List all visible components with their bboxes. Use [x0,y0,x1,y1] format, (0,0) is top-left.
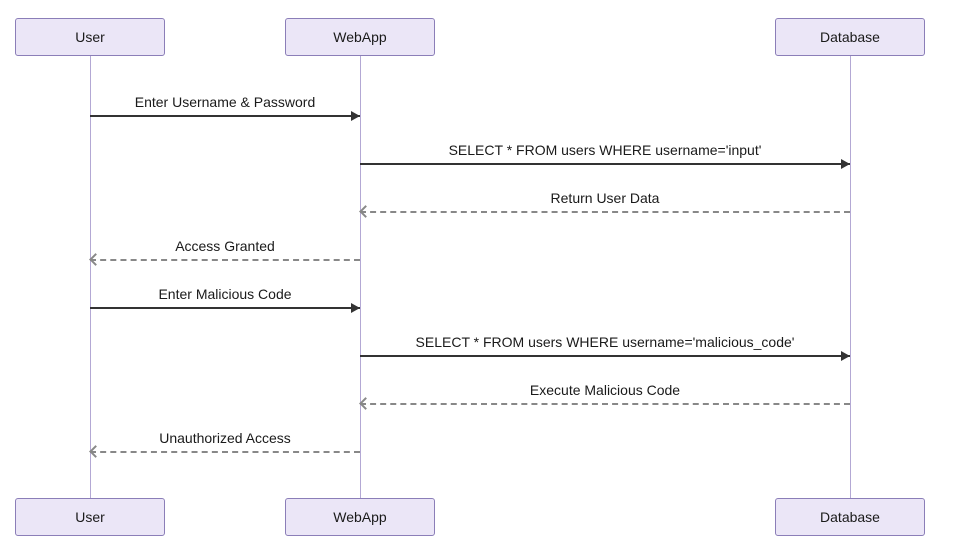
participant-label: User [75,29,105,45]
participant-database-bottom: Database [775,498,925,536]
participant-label: Database [820,509,880,525]
participant-user-bottom: User [15,498,165,536]
message-line [360,355,850,357]
arrow-left-icon [359,397,372,410]
message-label: Access Granted [90,238,360,254]
message-label: Execute Malicious Code [360,382,850,398]
arrow-right-icon [351,303,360,313]
arrow-right-icon [841,351,850,361]
message-label: SELECT * FROM users WHERE username='mali… [360,334,850,350]
arrow-left-icon [89,445,102,458]
arrow-left-icon [89,253,102,266]
message-label: Enter Username & Password [90,94,360,110]
message-label: Enter Malicious Code [90,286,360,302]
participant-webapp-top: WebApp [285,18,435,56]
arrow-right-icon [841,159,850,169]
lifeline-database [850,55,851,500]
participant-user-top: User [15,18,165,56]
message-line [90,451,360,453]
participant-database-top: Database [775,18,925,56]
participant-label: WebApp [333,29,386,45]
lifeline-webapp [360,55,361,500]
message-line [360,211,850,213]
arrow-right-icon [351,111,360,121]
message-label: SELECT * FROM users WHERE username='inpu… [360,142,850,158]
message-line [360,163,850,165]
message-line [90,307,360,309]
message-line [90,259,360,261]
message-label: Unauthorized Access [90,430,360,446]
participant-webapp-bottom: WebApp [285,498,435,536]
message-line [90,115,360,117]
participant-label: WebApp [333,509,386,525]
participant-label: User [75,509,105,525]
message-line [360,403,850,405]
arrow-left-icon [359,205,372,218]
message-label: Return User Data [360,190,850,206]
participant-label: Database [820,29,880,45]
